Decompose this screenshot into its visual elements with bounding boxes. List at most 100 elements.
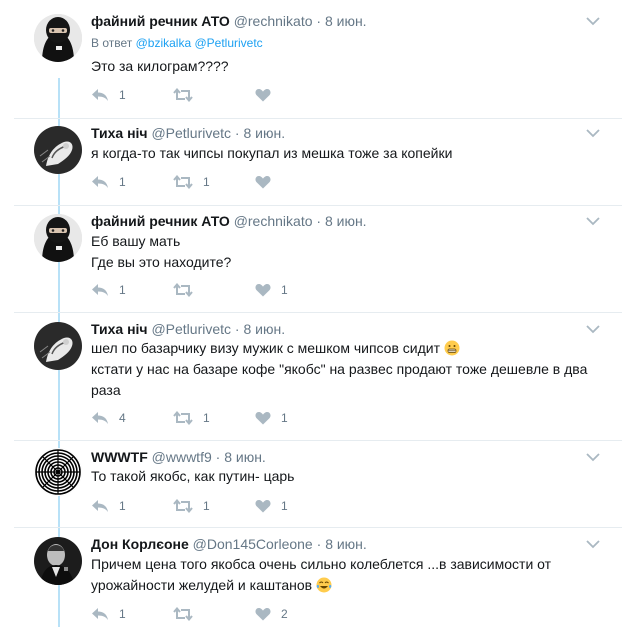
tweet-text-line: Где вы это находите? [91, 254, 232, 270]
chevron-down-icon[interactable] [586, 216, 600, 226]
separator-dot: · [234, 321, 240, 337]
retweet-icon [173, 411, 193, 425]
reply-button[interactable]: 4 [91, 408, 126, 428]
reply-count: 1 [119, 175, 126, 189]
reply-icon [92, 89, 108, 101]
retweet-button[interactable]: 1 [173, 408, 210, 428]
reply-count: 1 [119, 88, 126, 102]
tweet-text-line: кстати у нас на базаре кофе "якобс" на р… [91, 361, 588, 377]
tweet-header: файний речник АТО @rechnikato · 8 июн. [91, 12, 367, 30]
user-handle[interactable]: @Petlurivetc [151, 321, 231, 337]
avatar[interactable] [34, 214, 82, 262]
sketch-avatar-image [34, 322, 82, 370]
retweet-icon [173, 283, 193, 297]
divider [14, 118, 622, 119]
avatar[interactable] [34, 537, 82, 585]
user-handle[interactable]: @wwwtf9 [152, 449, 212, 465]
chevron-down-icon[interactable] [586, 16, 600, 26]
tweet-text-line: я когда-то так чипсы покупал из мешка то… [91, 145, 453, 161]
like-button[interactable]: 1 [255, 408, 288, 428]
avatar[interactable] [34, 126, 82, 174]
reply-icon [92, 500, 108, 512]
divider [14, 527, 622, 528]
retweet-button[interactable]: 1 [173, 496, 210, 516]
tweet-text-line: шел по базарчику визу мужик с мешком чип… [91, 338, 591, 359]
display-name[interactable]: файний речник АТО [91, 213, 230, 229]
like-button[interactable]: 1 [255, 280, 288, 300]
retweet-icon [173, 88, 193, 102]
sketch-avatar-image [34, 126, 82, 174]
user-handle[interactable]: @Petlurivetc [151, 125, 231, 141]
display-name[interactable]: WWWTF [91, 449, 148, 465]
retweet-button[interactable] [173, 85, 203, 105]
heart-icon [255, 500, 271, 513]
reply-count: 1 [119, 283, 126, 297]
reply-button[interactable]: 1 [91, 172, 126, 192]
reply-count: 4 [119, 411, 126, 425]
tweet-actions: 1 2 [91, 604, 331, 624]
timestamp[interactable]: 8 июн. [243, 125, 285, 141]
avatar[interactable] [34, 14, 82, 62]
tweet-text-line: Это за килограм???? [91, 58, 229, 74]
tweet-actions: 1 1 1 [91, 496, 331, 516]
display-name[interactable]: Тиха ніч [91, 125, 148, 141]
like-count: 2 [281, 607, 288, 621]
like-count: 1 [281, 283, 288, 297]
spiral-avatar-image [34, 448, 82, 496]
reply-button[interactable]: 1 [91, 85, 126, 105]
tweet-header: Тиха ніч @Petlurivetc · 8 июн. [91, 124, 285, 142]
tweet-actions: 1 1 [91, 172, 331, 192]
replying-prefix: В ответ [91, 36, 133, 50]
separator-dot: · [215, 449, 221, 465]
replying-to: В ответ @bzikalka @Petlurivetc [91, 36, 263, 50]
timestamp[interactable]: 8 июн. [325, 13, 367, 29]
tweet-text: Причем цена того якобса очень сильно кол… [91, 554, 591, 596]
chevron-down-icon[interactable] [586, 128, 600, 138]
tweet-text: шел по базарчику визу мужик с мешком чип… [91, 338, 591, 401]
tweet-text-line: То такой якобс, как путин- царь [91, 468, 295, 484]
timestamp[interactable]: 8 июн. [224, 449, 266, 465]
tweet-header: WWWTF @wwwtf9 · 8 июн. [91, 448, 266, 466]
reply-count: 1 [119, 499, 126, 513]
tweet-header: Дон Корлєоне @Don145Corleone · 8 июн. [91, 535, 367, 553]
display-name[interactable]: Дон Корлєоне [91, 536, 189, 552]
like-count: 1 [281, 499, 288, 513]
retweet-button[interactable] [173, 280, 203, 300]
tweet-text: То такой якобс, как путин- царь [91, 466, 591, 487]
retweet-count: 1 [203, 175, 210, 189]
timestamp[interactable]: 8 июн. [325, 536, 367, 552]
user-handle[interactable]: @rechnikato [234, 213, 313, 229]
retweet-icon [173, 607, 193, 621]
like-button[interactable] [255, 172, 281, 192]
like-button[interactable] [255, 85, 281, 105]
chevron-down-icon[interactable] [586, 452, 600, 462]
tweet-text-line: Еб вашу мать [91, 233, 181, 249]
heart-icon [255, 284, 271, 297]
separator-dot: · [316, 13, 322, 29]
tweet-text: я когда-то так чипсы покупал из мешка то… [91, 143, 591, 164]
timestamp[interactable]: 8 июн. [325, 213, 367, 229]
tweet-header: файний речник АТО @rechnikato · 8 июн. [91, 212, 367, 230]
timestamp[interactable]: 8 июн. [243, 321, 285, 337]
reply-button[interactable]: 1 [91, 280, 126, 300]
reply-icon [92, 176, 108, 188]
avatar[interactable] [34, 322, 82, 370]
retweet-icon [173, 499, 193, 513]
reply-button[interactable]: 1 [91, 496, 126, 516]
retweet-button[interactable]: 1 [173, 172, 210, 192]
avatar[interactable] [34, 448, 82, 496]
user-handle[interactable]: @rechnikato [234, 13, 313, 29]
like-button[interactable]: 1 [255, 496, 288, 516]
heart-icon [255, 89, 271, 102]
chevron-down-icon[interactable] [586, 324, 600, 334]
reply-button[interactable]: 1 [91, 604, 126, 624]
display-name[interactable]: файний речник АТО [91, 13, 230, 29]
reply-icon [92, 412, 108, 424]
retweet-button[interactable] [173, 604, 203, 624]
replying-users-link[interactable]: @bzikalka @Petlurivetc [136, 36, 263, 50]
like-button[interactable]: 2 [255, 604, 288, 624]
balaclava-avatar-image [34, 214, 82, 262]
display-name[interactable]: Тиха ніч [91, 321, 148, 337]
chevron-down-icon[interactable] [586, 539, 600, 549]
user-handle[interactable]: @Don145Corleone [193, 536, 313, 552]
